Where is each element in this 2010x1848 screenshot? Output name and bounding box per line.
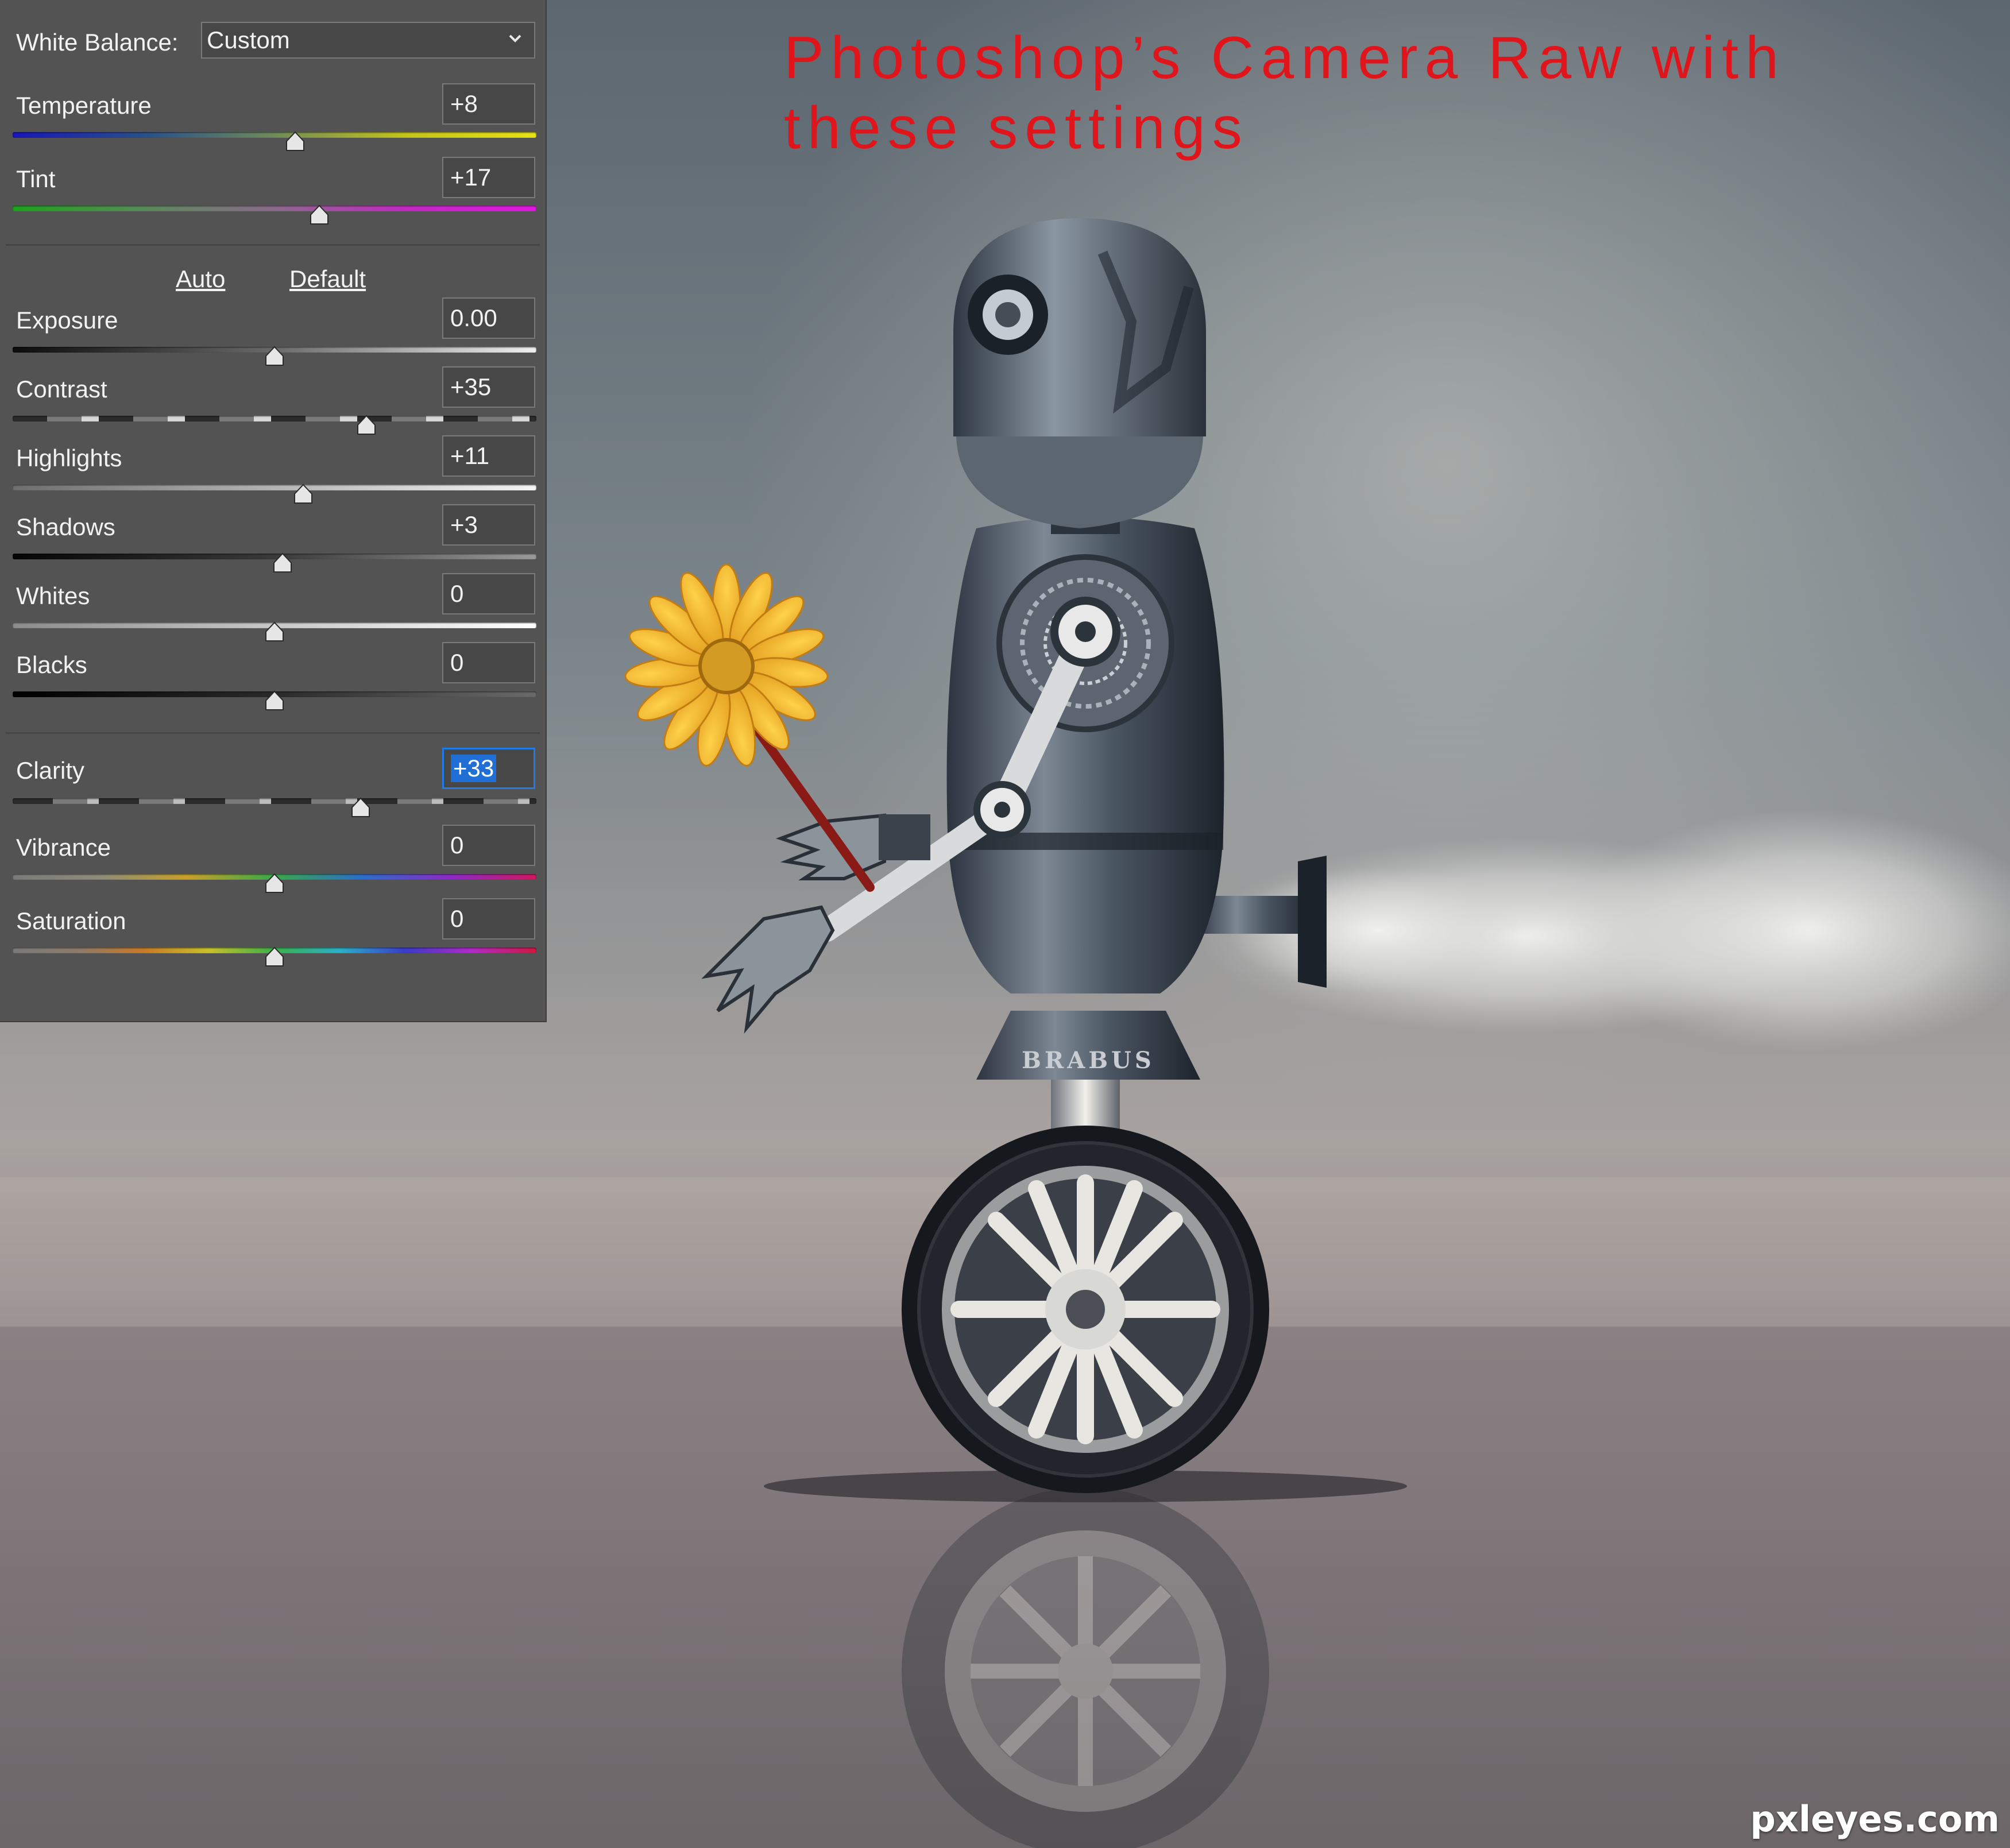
tint-field[interactable]: +17 [442, 157, 535, 198]
clarity-field[interactable]: +33 [442, 748, 535, 789]
temperature-value: +8 [450, 90, 478, 117]
vibrance-label: Vibrance [16, 834, 111, 861]
saturation-slider-thumb[interactable] [265, 946, 284, 967]
auto-link[interactable]: Auto [176, 265, 225, 293]
saturation-value: 0 [450, 905, 464, 932]
saturation-label: Saturation [16, 907, 126, 934]
section-divider [6, 732, 540, 734]
chevron-down-icon [509, 34, 521, 42]
white-balance-select[interactable]: Custom [201, 22, 535, 59]
vibrance-value: 0 [450, 832, 464, 859]
temperature-label: Temperature [16, 92, 152, 119]
whites-slider-thumb[interactable] [265, 621, 284, 642]
contrast-track[interactable] [13, 416, 536, 422]
tint-value: +17 [450, 164, 492, 191]
caption-line-1: Photoshop’s Camera Raw with [784, 25, 1786, 91]
whites-label: Whites [16, 582, 90, 609]
temperature-slider-thumb[interactable] [285, 131, 305, 152]
vibrance-slider-thumb[interactable] [265, 873, 284, 894]
blacks-field[interactable]: 0 [442, 642, 535, 683]
caption-line-2: these settings [784, 95, 1249, 161]
shadows-value: +3 [450, 511, 478, 538]
temperature-track[interactable] [13, 132, 536, 138]
highlights-label: Highlights [16, 444, 122, 471]
shadows-field[interactable]: +3 [442, 504, 535, 546]
watermark: pxleyes.com [1750, 1798, 2000, 1840]
shadows-label: Shadows [16, 513, 115, 540]
white-balance-label: White Balance: [16, 29, 179, 56]
clarity-slider-thumb[interactable] [351, 797, 370, 818]
whites-field[interactable]: 0 [442, 573, 535, 614]
exposure-field[interactable]: 0.00 [442, 297, 535, 339]
highlights-track[interactable] [13, 485, 536, 490]
tint-label: Tint [16, 165, 56, 192]
tint-track[interactable] [13, 206, 536, 211]
camera-raw-basic-panel: White Balance: Custom Temperature +8 Tin… [0, 0, 547, 1022]
default-link[interactable]: Default [289, 265, 366, 293]
white-balance-value: Custom [207, 26, 290, 53]
exposure-value: 0.00 [450, 304, 497, 331]
saturation-field[interactable]: 0 [442, 898, 535, 940]
contrast-label: Contrast [16, 376, 107, 403]
highlights-field[interactable]: +11 [442, 435, 535, 477]
clarity-value: +33 [451, 755, 497, 782]
exposure-slider-thumb[interactable] [265, 346, 284, 366]
shadows-slider-thumb[interactable] [273, 552, 292, 573]
vibrance-field[interactable]: 0 [442, 825, 535, 866]
contrast-value: +35 [450, 373, 492, 400]
section-divider [6, 244, 540, 246]
exposure-label: Exposure [16, 307, 118, 334]
contrast-field[interactable]: +35 [442, 366, 535, 408]
caption: Photoshop’s Camera Raw with these settin… [784, 23, 1961, 163]
blacks-label: Blacks [16, 651, 87, 678]
temperature-field[interactable]: +8 [442, 83, 535, 125]
whites-value: 0 [450, 580, 464, 607]
contrast-slider-thumb[interactable] [357, 415, 376, 435]
highlights-value: +11 [450, 442, 490, 469]
clarity-label: Clarity [16, 757, 85, 784]
brabus-logo: BRABUS [1022, 1047, 1155, 1074]
highlights-slider-thumb[interactable] [293, 484, 313, 504]
blacks-slider-thumb[interactable] [265, 690, 284, 711]
clarity-track[interactable] [13, 798, 536, 804]
blacks-value: 0 [450, 649, 464, 676]
tint-slider-thumb[interactable] [310, 204, 329, 225]
